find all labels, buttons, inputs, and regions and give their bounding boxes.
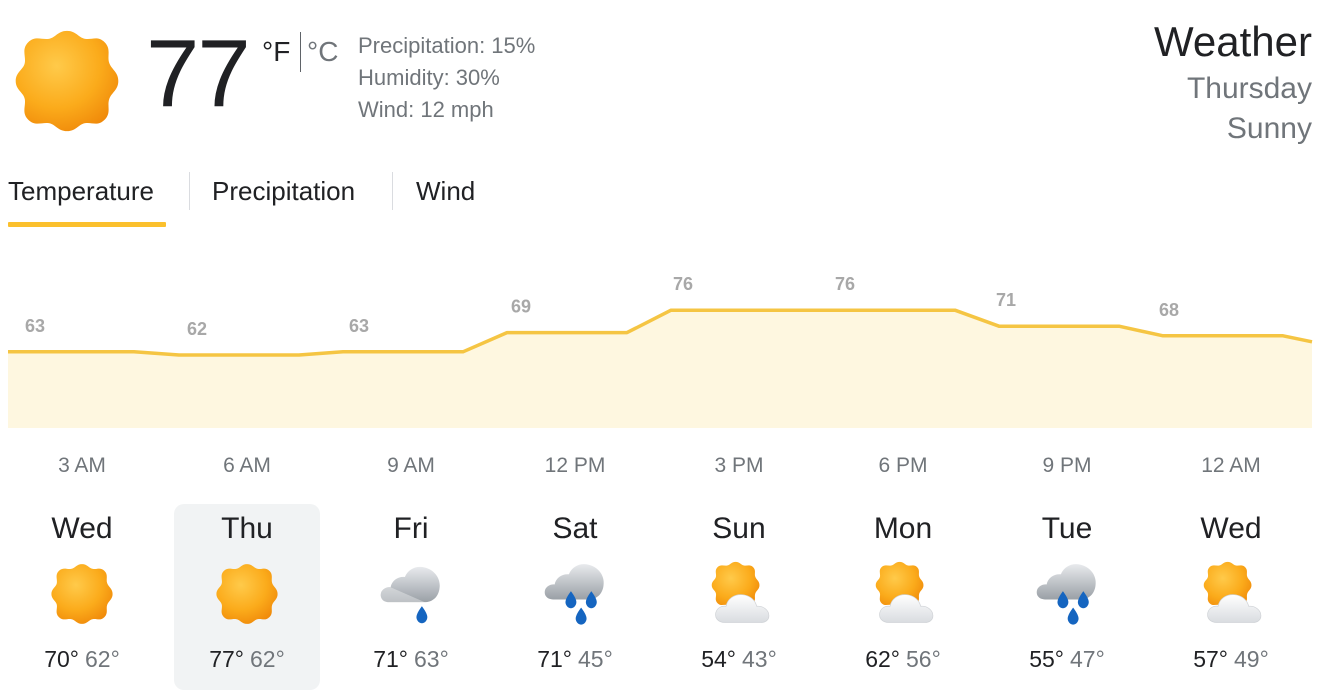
low-temperature: 49° bbox=[1234, 646, 1269, 672]
high-temperature: 62° bbox=[865, 646, 900, 672]
low-temperature: 63° bbox=[414, 646, 449, 672]
partly-cloudy-icon bbox=[705, 560, 773, 628]
day-name: Tue bbox=[1041, 512, 1093, 545]
day-card-fri[interactable]: Fri 71° 63° bbox=[338, 504, 484, 690]
hour-label: 12 AM bbox=[1201, 454, 1261, 477]
high-temperature: 77° bbox=[209, 646, 244, 672]
chart-value-label: 76 bbox=[673, 274, 693, 294]
current-condition: Sunny bbox=[1226, 112, 1312, 145]
chart-value-label: 68 bbox=[1159, 300, 1179, 320]
day-card-wed[interactable]: Wed 70° 62° bbox=[9, 504, 155, 690]
day-temperatures: 77° 62° bbox=[174, 646, 320, 673]
tab-wind[interactable]: Wind bbox=[416, 176, 475, 207]
day-name: Fri bbox=[393, 512, 429, 545]
day-card-sun[interactable]: Sun 54° 43° bbox=[666, 504, 812, 690]
tab-divider bbox=[189, 172, 190, 210]
day-temperatures: 54° 43° bbox=[666, 646, 812, 673]
hour-label: 9 AM bbox=[387, 454, 435, 477]
day-name: Mon bbox=[873, 512, 933, 545]
tab-temperature[interactable]: Temperature bbox=[8, 176, 154, 207]
low-temperature: 43° bbox=[742, 646, 777, 672]
day-temperatures: 70° 62° bbox=[9, 646, 155, 673]
day-name: Wed bbox=[51, 512, 113, 545]
current-temperature: 77 bbox=[146, 20, 251, 127]
low-temperature: 47° bbox=[1070, 646, 1105, 672]
current-day: Thursday bbox=[1186, 72, 1312, 105]
rain-icon bbox=[1033, 560, 1101, 628]
high-temperature: 71° bbox=[373, 646, 408, 672]
chart-value-label: 62 bbox=[187, 319, 207, 339]
unit-celsius-button[interactable]: °C bbox=[307, 36, 338, 68]
hour-label: 3 PM bbox=[714, 454, 764, 477]
chart-value-label: 63 bbox=[25, 316, 45, 336]
chart-value-label: 71 bbox=[996, 290, 1016, 310]
temperature-chart: 63 62 63 69 76 76 71 68 bbox=[8, 274, 1313, 428]
low-temperature: 45° bbox=[578, 646, 613, 672]
partly-cloudy-icon bbox=[1197, 560, 1265, 628]
sunny-icon bbox=[213, 560, 281, 628]
day-temperatures: 62° 56° bbox=[830, 646, 976, 673]
high-temperature: 54° bbox=[701, 646, 736, 672]
unit-fahrenheit-button[interactable]: °F bbox=[262, 36, 290, 68]
hour-label: 6 AM bbox=[223, 454, 271, 477]
day-name: Thu bbox=[221, 512, 273, 545]
precipitation-detail: Precipitation: 15% bbox=[358, 33, 536, 58]
chart-value-label: 69 bbox=[511, 297, 531, 317]
humidity-detail: Humidity: 30% bbox=[358, 65, 500, 90]
chart-value-label: 76 bbox=[835, 274, 855, 294]
day-temperatures: 71° 45° bbox=[502, 646, 648, 673]
sunny-icon bbox=[10, 24, 124, 138]
day-card-wed[interactable]: Wed 57° 49° bbox=[1158, 504, 1304, 690]
day-name: Wed bbox=[1200, 512, 1262, 545]
tab-divider bbox=[392, 172, 393, 210]
low-temperature: 62° bbox=[250, 646, 285, 672]
day-temperatures: 55° 47° bbox=[994, 646, 1140, 673]
sunny-icon bbox=[48, 560, 116, 628]
partly-cloudy-icon bbox=[869, 560, 937, 628]
day-name: Sat bbox=[552, 512, 598, 545]
day-temperatures: 71° 63° bbox=[338, 646, 484, 673]
hour-label: 12 PM bbox=[544, 454, 606, 477]
day-card-thu[interactable]: Thu 77° 62° bbox=[174, 504, 320, 690]
weather-title: Weather bbox=[1154, 18, 1312, 65]
low-temperature: 56° bbox=[906, 646, 941, 672]
tab-precipitation[interactable]: Precipitation bbox=[212, 176, 355, 207]
day-name: Sun bbox=[712, 512, 766, 545]
day-card-mon[interactable]: Mon 62° 56° bbox=[830, 504, 976, 690]
high-temperature: 71° bbox=[537, 646, 572, 672]
high-temperature: 57° bbox=[1193, 646, 1228, 672]
rain-icon bbox=[541, 560, 609, 628]
light-rain-icon bbox=[377, 560, 445, 628]
day-temperatures: 57° 49° bbox=[1158, 646, 1304, 673]
selected-tab-indicator bbox=[8, 222, 166, 227]
hour-label: 3 AM bbox=[58, 454, 106, 477]
day-card-sat[interactable]: Sat 71° 45° bbox=[502, 504, 648, 690]
unit-divider bbox=[300, 32, 301, 72]
wind-detail: Wind: 12 mph bbox=[358, 97, 494, 122]
high-temperature: 70° bbox=[44, 646, 79, 672]
low-temperature: 62° bbox=[85, 646, 120, 672]
day-card-tue[interactable]: Tue 55° 47° bbox=[994, 504, 1140, 690]
hour-label: 6 PM bbox=[878, 454, 928, 477]
hour-label: 9 PM bbox=[1042, 454, 1092, 477]
high-temperature: 55° bbox=[1029, 646, 1064, 672]
chart-value-label: 63 bbox=[349, 316, 369, 336]
